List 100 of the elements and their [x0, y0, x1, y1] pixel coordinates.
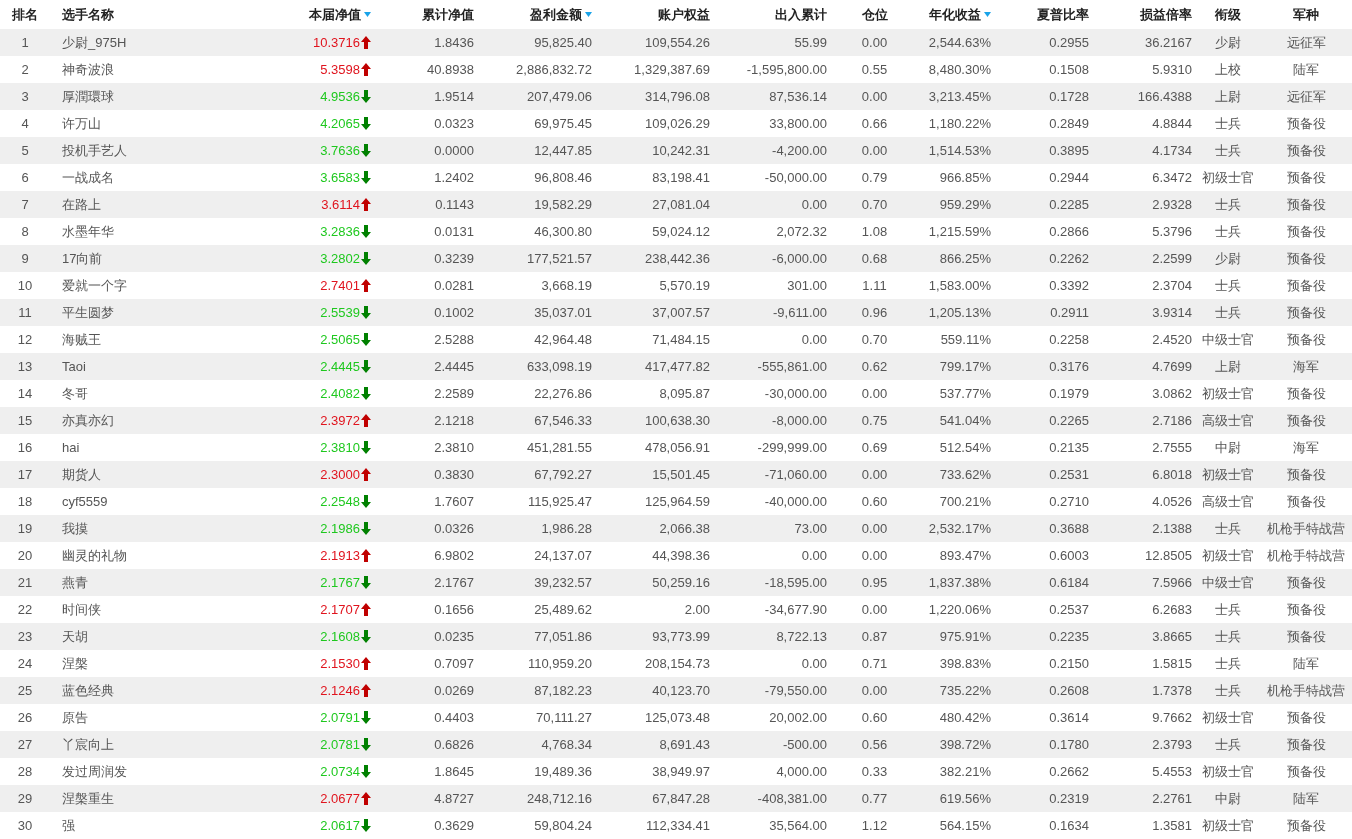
table-cell-text: 478,056.91	[644, 440, 711, 455]
table-cell: 1.08	[861, 224, 888, 239]
branch-cell: 预备役	[1286, 222, 1326, 241]
table-cell: 0.55	[861, 62, 888, 77]
table-cell-text: -4,200.00	[772, 143, 828, 158]
rank-title: 上尉	[1215, 87, 1241, 106]
net-value: 2.1707	[320, 602, 360, 617]
player-name: 投机手艺人	[61, 141, 127, 160]
rank-cell: 16	[17, 440, 33, 455]
table-cell-text: 42,964.48	[534, 332, 593, 347]
table-cell-text: 0.0000	[434, 143, 475, 158]
table-cell-text: 2.1218	[434, 413, 475, 428]
table-cell-text: 0.2608	[1049, 683, 1090, 698]
table-cell-text: -71,060.00	[764, 467, 828, 482]
column-header[interactable]: 盈利金额	[530, 5, 596, 24]
table-cell-text: 564.15%	[939, 818, 992, 833]
table-cell-text: -6,000.00	[772, 251, 828, 266]
player-name: Taoi	[61, 359, 86, 374]
branch-cell: 远征军	[1286, 87, 1326, 106]
table-cell-text: 0.00	[801, 656, 828, 671]
branch-cell: 预备役	[1286, 141, 1326, 160]
table-cell-text: 4.0526	[1152, 494, 1193, 509]
branch-cell: 预备役	[1286, 708, 1326, 727]
table-cell-text: 398.83%	[939, 656, 992, 671]
table-cell-text: 2.9328	[1152, 197, 1193, 212]
table-cell-text: -8,000.00	[772, 413, 828, 428]
table-cell-text: 2.1388	[1152, 521, 1193, 536]
table-cell-text: 0.7097	[434, 656, 475, 671]
rank-title: 士兵	[1215, 141, 1241, 160]
net-value: 4.2065	[320, 116, 360, 131]
table-cell-text: 10,242.31	[652, 143, 711, 158]
table-cell-text: 3.9314	[1152, 305, 1193, 320]
table-cell-text: 35,037.01	[534, 305, 593, 320]
rank-cell: 21	[17, 575, 33, 590]
rank-cell: 2	[21, 62, 29, 77]
rank-title: 少尉	[1215, 33, 1241, 52]
table-cell-text: 38,949.97	[652, 764, 711, 779]
rank-title: 初级士官	[1202, 816, 1254, 835]
table-cell-text: 0.6003	[1049, 548, 1090, 563]
branch-cell: 预备役	[1286, 816, 1326, 835]
table-cell-text: 6.3472	[1152, 170, 1193, 185]
column-header: 排名	[12, 5, 38, 24]
table-cell-text: 2.1767	[434, 575, 475, 590]
table-cell: 0.00	[861, 386, 888, 401]
table-cell-text: 0.2262	[1049, 251, 1090, 266]
column-header[interactable]: 本届净值	[309, 5, 375, 24]
table-cell-text: -79,550.00	[764, 683, 828, 698]
rank-cell: 5	[21, 143, 29, 158]
table-cell-text: 1.7607	[434, 494, 475, 509]
table-cell-text: 59,024.12	[652, 224, 711, 239]
column-header[interactable]: 年化收益	[929, 5, 995, 24]
table-cell-text: 8,722.13	[776, 629, 828, 644]
player-name: 爱就一个字	[61, 276, 127, 295]
table-cell-text: 1,205.13%	[928, 305, 992, 320]
branch-cell: 预备役	[1286, 168, 1326, 187]
branch-cell: 预备役	[1286, 195, 1326, 214]
table-cell: 1.11	[862, 278, 887, 293]
table-cell-text: -408,381.00	[757, 791, 828, 806]
table-cell-text: 207,479.06	[526, 89, 593, 104]
rank-title: 士兵	[1215, 222, 1241, 241]
net-value: 3.6114	[321, 197, 360, 212]
player-name: 水墨年华	[61, 222, 114, 241]
column-header: 出入累计	[775, 5, 828, 24]
branch-cell: 海军	[1293, 357, 1319, 376]
table-cell: 0.79	[861, 170, 888, 185]
table-cell-text: 5,570.19	[659, 278, 711, 293]
table-cell-text: 50,259.16	[652, 575, 711, 590]
table-cell-text: 1,180.22%	[928, 116, 992, 131]
table-cell-text: 115,925.47	[527, 494, 593, 509]
table-cell-text: 40,123.70	[652, 683, 711, 698]
table-cell-text: 0.2955	[1049, 35, 1090, 50]
table-cell-text: 0.1634	[1049, 818, 1090, 833]
rank-cell: 9	[21, 251, 29, 266]
table-cell-text: 112,334.41	[645, 818, 711, 833]
table-cell-text: 959.29%	[939, 197, 992, 212]
table-cell: 0.66	[861, 116, 888, 131]
net-value: 2.1913	[320, 548, 360, 563]
player-name: 丫宸向上	[61, 735, 114, 754]
sort-icon	[364, 12, 371, 17]
net-value: 2.5539	[320, 305, 360, 320]
table-cell: 0.87	[861, 629, 888, 644]
table-cell: 0.70	[861, 332, 888, 347]
branch-cell: 陆军	[1293, 789, 1319, 808]
table-cell-text: 71,484.15	[652, 332, 711, 347]
table-cell-text: 4.8727	[434, 791, 475, 806]
player-name: 平生圆梦	[61, 303, 114, 322]
table-cell-text: 382.21%	[939, 764, 992, 779]
table-cell-text: 0.1002	[434, 305, 475, 320]
table-cell-text: 22,276.86	[534, 386, 593, 401]
table-cell-text: 67,546.33	[534, 413, 593, 428]
table-cell-text: 733.62%	[939, 467, 992, 482]
table-cell-text: 4.1734	[1152, 143, 1193, 158]
table-cell-text: 0.00	[801, 197, 828, 212]
net-value: 3.2836	[320, 224, 360, 239]
table-cell-text: 87,536.14	[769, 89, 828, 104]
table-cell-text: -555,861.00	[757, 359, 828, 374]
table-cell-text: 9.7662	[1152, 710, 1193, 725]
table-cell: 0.69	[861, 440, 888, 455]
net-value: 2.7401	[320, 278, 360, 293]
table-cell-text: 0.0269	[434, 683, 475, 698]
